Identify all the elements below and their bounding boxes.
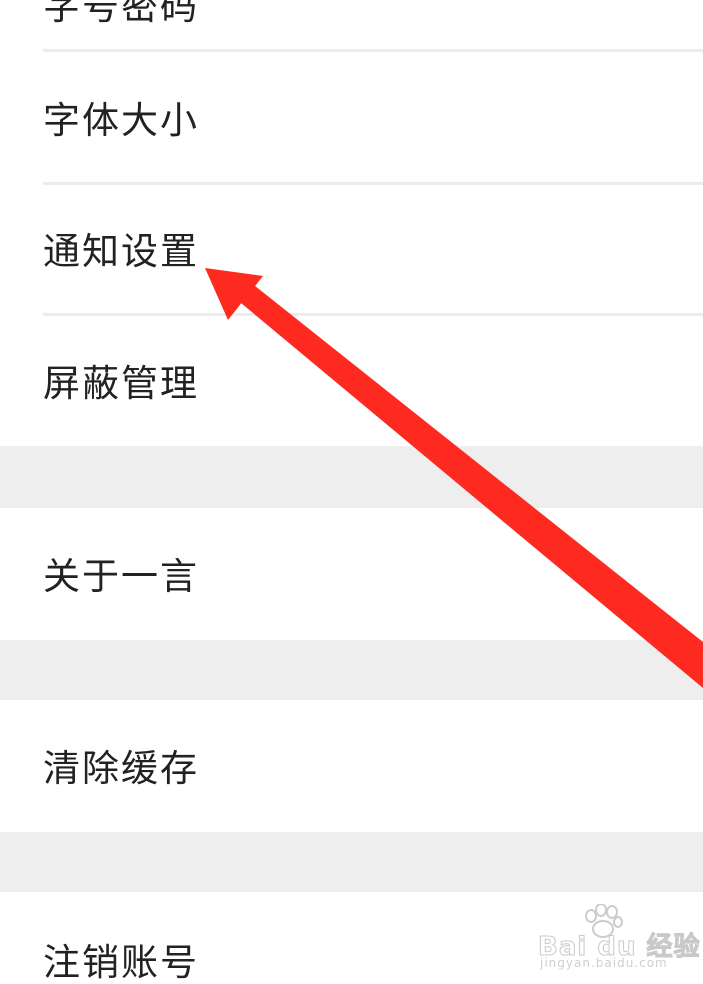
- settings-item-notification[interactable]: 通知设置: [0, 185, 703, 313]
- settings-item-label: 屏蔽管理: [43, 362, 199, 405]
- settings-item-cancel-account[interactable]: 注销账号: [0, 892, 703, 984]
- settings-item-label: 关于一言: [43, 555, 199, 598]
- settings-screen: 字号密码 字体大小 通知设置 屏蔽管理 关于一言 清除缓存 注销账号 Bai d…: [0, 0, 703, 984]
- settings-item-top-partial[interactable]: 字号密码: [0, 0, 703, 50]
- section-gap: [0, 832, 703, 892]
- settings-item-label: 字号密码: [43, 0, 199, 28]
- settings-item-label: 通知设置: [43, 230, 199, 273]
- section-gap: [0, 446, 703, 508]
- settings-item-clear-cache[interactable]: 清除缓存: [0, 700, 703, 832]
- section-gap: [0, 640, 703, 700]
- settings-item-label: 清除缓存: [43, 747, 199, 790]
- settings-item-about[interactable]: 关于一言: [0, 508, 703, 640]
- settings-item-block-management[interactable]: 屏蔽管理: [0, 316, 703, 446]
- settings-item-font-size[interactable]: 字体大小: [0, 52, 703, 182]
- settings-item-label: 注销账号: [43, 941, 199, 984]
- settings-item-label: 字体大小: [43, 99, 199, 142]
